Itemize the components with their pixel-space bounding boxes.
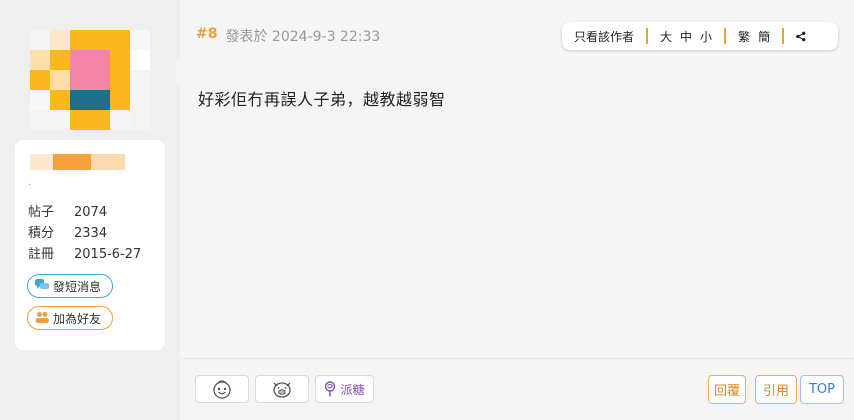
user-title: · xyxy=(28,180,32,191)
post-main: #8 發表於 2024-9-3 22:33 只看該作者 大 中 小 繁 簡 好彩… xyxy=(180,0,854,420)
avatar-pixel xyxy=(90,70,110,90)
avatar-pixel xyxy=(130,70,150,90)
avatar-pixel xyxy=(30,30,50,50)
username-blurred[interactable] xyxy=(30,154,125,170)
candy-label: 派糖 xyxy=(340,382,365,397)
avatar-pixel xyxy=(110,90,130,110)
top-button[interactable]: TOP xyxy=(800,375,844,404)
avatar-pixel xyxy=(90,30,110,50)
stat-label: 帖子 xyxy=(28,205,55,220)
avatar-pixel xyxy=(30,70,50,90)
reaction-pig-button[interactable] xyxy=(255,375,309,403)
avatar-pixel xyxy=(50,90,70,110)
avatar-pixel xyxy=(130,30,150,50)
avatar-pixel xyxy=(110,110,130,130)
post-content: 好彩佢冇再誤人子弟，越教越弱智 xyxy=(198,90,446,109)
chat-bubbles-icon xyxy=(35,278,49,294)
avatar-pixel xyxy=(70,70,90,90)
footer-divider xyxy=(180,358,854,359)
only-author-link[interactable]: 只看該作者 xyxy=(562,28,646,45)
avatar-pixel xyxy=(50,50,70,70)
avatar-pixel xyxy=(30,90,50,110)
avatar[interactable] xyxy=(30,30,150,130)
pig-face-icon xyxy=(273,382,291,398)
stat-registered: 註冊 2015-6-27 xyxy=(28,244,141,265)
stat-label: 註冊 xyxy=(28,247,55,262)
smile-face-icon xyxy=(213,380,231,399)
forum-post: · 帖子 2074 積分 2334 註冊 2015-6-27 發短消息 加為好友… xyxy=(0,0,854,420)
send-message-button[interactable]: 發短消息 xyxy=(27,274,113,298)
user-stats: 帖子 2074 積分 2334 註冊 2015-6-27 xyxy=(28,202,141,265)
quote-button[interactable]: 引用 xyxy=(755,375,797,404)
reaction-smile-button[interactable] xyxy=(195,375,249,403)
add-friend-label: 加為好友 xyxy=(53,311,102,326)
avatar-pixel xyxy=(130,110,150,130)
users-icon xyxy=(35,311,49,326)
avatar-pixel xyxy=(90,90,110,110)
avatar-pixel xyxy=(90,50,110,70)
add-friend-button[interactable]: 加為好友 xyxy=(27,306,113,330)
share-icon xyxy=(796,31,806,41)
user-card: · 帖子 2074 積分 2334 註冊 2015-6-27 發短消息 加為好友 xyxy=(15,140,165,350)
stat-value: 2334 xyxy=(74,226,108,241)
reply-button[interactable]: 回覆 xyxy=(708,375,746,404)
avatar-pixel xyxy=(130,90,150,110)
post-timestamp: 發表於 2024-9-3 22:33 xyxy=(225,29,381,45)
post-header: #8 發表於 2024-9-3 22:33 xyxy=(196,26,380,46)
avatar-pixel xyxy=(50,70,70,90)
font-size-large[interactable]: 大 xyxy=(660,28,672,45)
avatar-pixel xyxy=(70,90,90,110)
share-button[interactable] xyxy=(784,31,818,42)
stat-label: 積分 xyxy=(28,226,55,241)
avatar-pixel xyxy=(50,30,70,50)
avatar-pixel xyxy=(30,50,50,70)
avatar-pixel xyxy=(110,50,130,70)
candy-button[interactable]: 派糖 xyxy=(315,375,374,403)
stat-value: 2074 xyxy=(74,205,108,220)
floor-number[interactable]: #8 xyxy=(196,26,217,46)
post-toolbar: 只看該作者 大 中 小 繁 簡 xyxy=(562,22,838,50)
avatar-pixel xyxy=(50,110,70,130)
font-size-medium[interactable]: 中 xyxy=(680,28,692,45)
avatar-pixel xyxy=(70,110,90,130)
user-column: · 帖子 2074 積分 2334 註冊 2015-6-27 發短消息 加為好友 xyxy=(0,0,180,420)
avatar-pixel xyxy=(110,70,130,90)
simplified-chinese[interactable]: 簡 xyxy=(758,28,770,45)
stat-points: 積分 2334 xyxy=(28,223,141,244)
avatar-pixel xyxy=(130,50,150,70)
send-message-label: 發短消息 xyxy=(53,279,102,294)
avatar-pixel xyxy=(30,110,50,130)
avatar-pixel xyxy=(90,110,110,130)
stat-value: 2015-6-27 xyxy=(74,247,142,262)
font-size-group: 大 中 小 xyxy=(648,28,724,45)
traditional-chinese[interactable]: 繁 xyxy=(738,28,750,45)
stat-posts: 帖子 2074 xyxy=(28,202,141,223)
avatar-pixel xyxy=(110,30,130,50)
avatar-pixel xyxy=(70,50,90,70)
lollipop-icon xyxy=(325,381,336,397)
avatar-pixel xyxy=(70,30,90,50)
font-size-small[interactable]: 小 xyxy=(700,28,712,45)
script-group: 繁 簡 xyxy=(726,28,782,45)
